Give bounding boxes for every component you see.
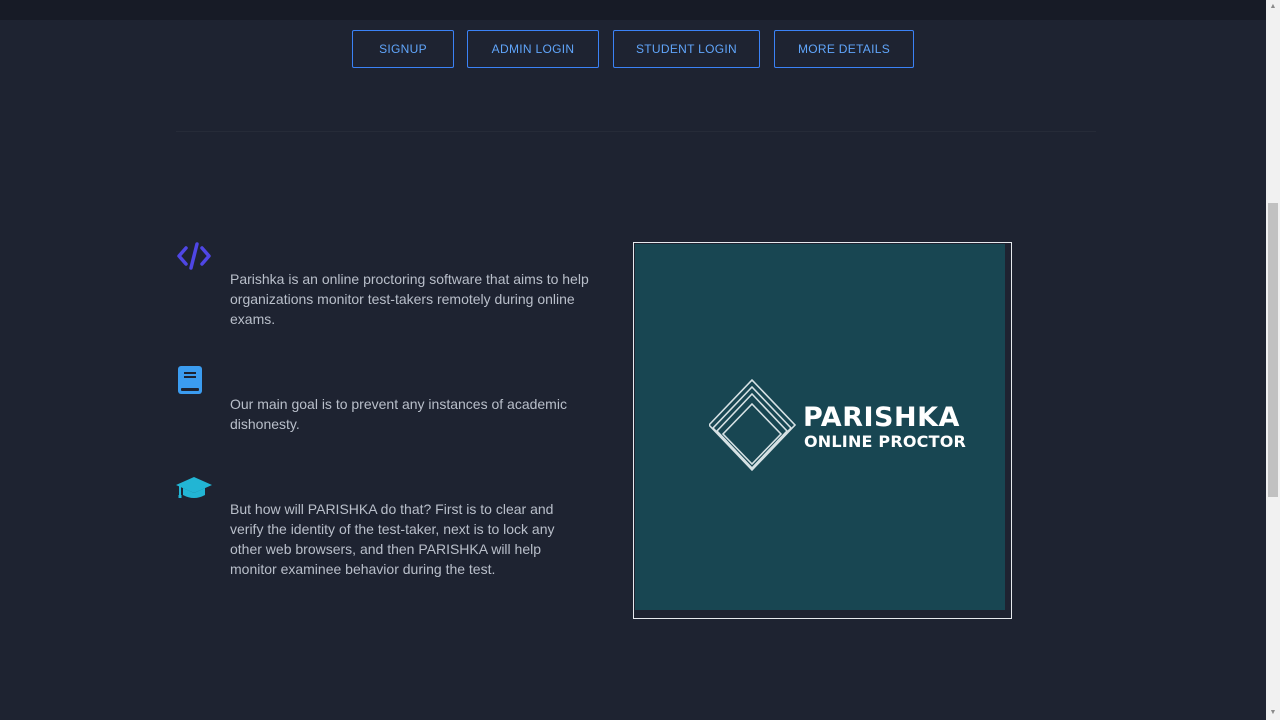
feature-item-how: But how will PARISHKA do that? First is … bbox=[176, 474, 596, 584]
logo-background: PARISHKA ONLINE PROCTOR bbox=[635, 244, 1005, 610]
admin-login-button[interactable]: ADMIN LOGIN bbox=[467, 30, 599, 68]
scroll-down-arrow-icon[interactable]: ▼ bbox=[1266, 706, 1280, 720]
page-scrollbar[interactable]: ▲ ▼ bbox=[1266, 0, 1280, 720]
graduation-cap-icon bbox=[176, 474, 216, 506]
code-icon bbox=[176, 240, 216, 272]
signup-button[interactable]: SIGNUP bbox=[352, 30, 454, 68]
student-login-button[interactable]: STUDENT LOGIN bbox=[613, 30, 760, 68]
feature-text: Parishka is an online proctoring softwar… bbox=[230, 271, 589, 327]
more-details-button[interactable]: MORE DETAILS bbox=[774, 30, 914, 68]
section-divider bbox=[176, 131, 1096, 132]
logo-title: PARISHKA bbox=[803, 402, 960, 433]
logo-image: PARISHKA ONLINE PROCTOR bbox=[633, 242, 1012, 619]
feature-text: But how will PARISHKA do that? First is … bbox=[230, 501, 555, 577]
logo-subtitle: ONLINE PROCTOR bbox=[804, 432, 967, 451]
feature-item-goal: Our main goal is to prevent any instance… bbox=[176, 364, 596, 444]
top-bar bbox=[0, 0, 1266, 20]
nav-buttons: SIGNUP ADMIN LOGIN STUDENT LOGIN MORE DE… bbox=[0, 30, 1266, 68]
feature-text: Our main goal is to prevent any instance… bbox=[230, 396, 567, 432]
book-icon bbox=[176, 364, 216, 396]
scrollbar-thumb[interactable] bbox=[1268, 203, 1278, 497]
diamond-logo-icon bbox=[709, 378, 797, 472]
scroll-up-arrow-icon[interactable]: ▲ bbox=[1266, 0, 1280, 14]
feature-item-about: Parishka is an online proctoring softwar… bbox=[176, 240, 596, 340]
